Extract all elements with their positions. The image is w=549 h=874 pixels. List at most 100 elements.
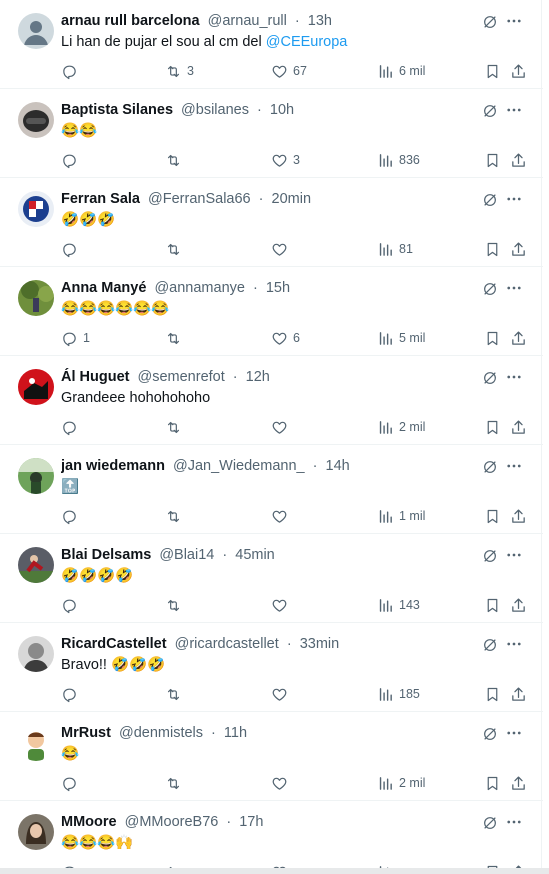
reply-post[interactable]: Anna Manyé @annamanye · 15h 😂😂😂😂😂😂 1 6 5…	[0, 267, 543, 356]
mention-link[interactable]: @CEEuropa	[266, 34, 348, 50]
views-button[interactable]: 143	[377, 595, 420, 615]
reply-button[interactable]	[61, 773, 83, 793]
bookmark-button[interactable]	[484, 417, 501, 437]
reply-post[interactable]: jan wiedemann @Jan_Wiedemann_ · 14h 🔝 1 …	[0, 445, 543, 534]
like-button[interactable]	[271, 417, 293, 437]
grok-icon[interactable]	[482, 726, 498, 742]
grok-icon[interactable]	[482, 459, 498, 475]
share-button[interactable]	[510, 239, 527, 259]
display-name[interactable]: arnau rull barcelona	[61, 13, 200, 29]
share-button[interactable]	[510, 595, 527, 615]
like-button[interactable]	[271, 595, 293, 615]
reply-button[interactable]	[61, 61, 83, 81]
more-icon[interactable]	[505, 12, 523, 30]
avatar[interactable]	[18, 102, 54, 138]
user-handle[interactable]: @bsilanes	[181, 102, 249, 118]
share-button[interactable]	[510, 684, 527, 704]
views-button[interactable]: 81	[377, 239, 413, 259]
avatar[interactable]	[18, 725, 54, 761]
repost-button[interactable]	[165, 595, 187, 615]
post-time[interactable]: 20min	[272, 191, 312, 207]
views-button[interactable]: 1 mil	[377, 506, 425, 526]
display-name[interactable]: Blai Delsams	[61, 547, 151, 563]
like-button[interactable]	[271, 773, 293, 793]
bookmark-button[interactable]	[484, 506, 501, 526]
more-icon[interactable]	[505, 813, 523, 831]
bookmark-button[interactable]	[484, 773, 501, 793]
repost-button[interactable]	[165, 239, 187, 259]
repost-button[interactable]	[165, 417, 187, 437]
avatar[interactable]	[18, 814, 54, 850]
bookmark-button[interactable]	[484, 150, 501, 170]
reply-post[interactable]: MrRust @denmistels · 11h 😂 2 mil	[0, 712, 543, 801]
more-icon[interactable]	[505, 724, 523, 742]
user-handle[interactable]: @semenrefot	[138, 369, 225, 385]
display-name[interactable]: Anna Manyé	[61, 280, 146, 296]
views-button[interactable]: 6 mil	[377, 61, 425, 81]
views-button[interactable]: 836	[377, 150, 420, 170]
reply-post[interactable]: Ál Huguet @semenrefot · 12h Grandeee hoh…	[0, 356, 543, 445]
bookmark-button[interactable]	[484, 684, 501, 704]
more-icon[interactable]	[505, 279, 523, 297]
grok-icon[interactable]	[482, 637, 498, 653]
avatar[interactable]	[18, 191, 54, 227]
post-time[interactable]: 12h	[246, 369, 270, 385]
grok-icon[interactable]	[482, 815, 498, 831]
bookmark-button[interactable]	[484, 595, 501, 615]
like-button[interactable]: 6	[271, 328, 300, 348]
reply-post[interactable]: MMoore @MMooreB76 · 17h 😂😂😂🙌	[0, 801, 543, 874]
grok-icon[interactable]	[482, 192, 498, 208]
post-time[interactable]: 11h	[224, 725, 247, 741]
display-name[interactable]: jan wiedemann	[61, 458, 165, 474]
reply-post[interactable]: Ferran Sala @FerranSala66 · 20min 🤣🤣🤣 81	[0, 178, 543, 267]
more-icon[interactable]	[505, 368, 523, 386]
like-button[interactable]	[271, 684, 293, 704]
display-name[interactable]: MMoore	[61, 814, 117, 830]
repost-button[interactable]	[165, 150, 187, 170]
grok-icon[interactable]	[482, 281, 498, 297]
share-button[interactable]	[510, 328, 527, 348]
post-time[interactable]: 45min	[235, 547, 275, 563]
display-name[interactable]: Ferran Sala	[61, 191, 140, 207]
reply-post[interactable]: RicardCastellet @ricardcastellet · 33min…	[0, 623, 543, 712]
more-icon[interactable]	[505, 635, 523, 653]
reply-button[interactable]	[61, 417, 83, 437]
repost-button[interactable]	[165, 684, 187, 704]
post-time[interactable]: 33min	[300, 636, 340, 652]
share-button[interactable]	[510, 150, 527, 170]
display-name[interactable]: Ál Huguet	[61, 369, 129, 385]
avatar[interactable]	[18, 13, 54, 49]
share-button[interactable]	[510, 417, 527, 437]
bookmark-button[interactable]	[484, 328, 501, 348]
post-time[interactable]: 15h	[266, 280, 290, 296]
reply-post[interactable]: arnau rull barcelona @arnau_rull · 13h L…	[0, 0, 543, 89]
display-name[interactable]: RicardCastellet	[61, 636, 167, 652]
repost-button[interactable]	[165, 506, 187, 526]
user-handle[interactable]: @FerranSala66	[148, 191, 251, 207]
views-button[interactable]: 5 mil	[377, 328, 425, 348]
reply-button[interactable]: 1	[61, 328, 90, 348]
user-handle[interactable]: @ricardcastellet	[175, 636, 279, 652]
grok-icon[interactable]	[482, 103, 498, 119]
display-name[interactable]: MrRust	[61, 725, 111, 741]
user-handle[interactable]: @Jan_Wiedemann_	[173, 458, 305, 474]
reply-post[interactable]: Baptista Silanes @bsilanes · 10h 😂😂 3 83…	[0, 89, 543, 178]
repost-button[interactable]	[165, 328, 187, 348]
avatar[interactable]	[18, 280, 54, 316]
reply-button[interactable]	[61, 595, 83, 615]
repost-button[interactable]: 3	[165, 61, 194, 81]
user-handle[interactable]: @annamanye	[154, 280, 245, 296]
share-button[interactable]	[510, 61, 527, 81]
user-handle[interactable]: @Blai14	[159, 547, 214, 563]
avatar[interactable]	[18, 547, 54, 583]
more-icon[interactable]	[505, 546, 523, 564]
post-time[interactable]: 10h	[270, 102, 294, 118]
user-handle[interactable]: @arnau_rull	[208, 13, 287, 29]
avatar[interactable]	[18, 636, 54, 672]
share-button[interactable]	[510, 773, 527, 793]
views-button[interactable]: 2 mil	[377, 773, 425, 793]
like-button[interactable]	[271, 506, 293, 526]
user-handle[interactable]: @denmistels	[119, 725, 203, 741]
more-icon[interactable]	[505, 190, 523, 208]
display-name[interactable]: Baptista Silanes	[61, 102, 173, 118]
